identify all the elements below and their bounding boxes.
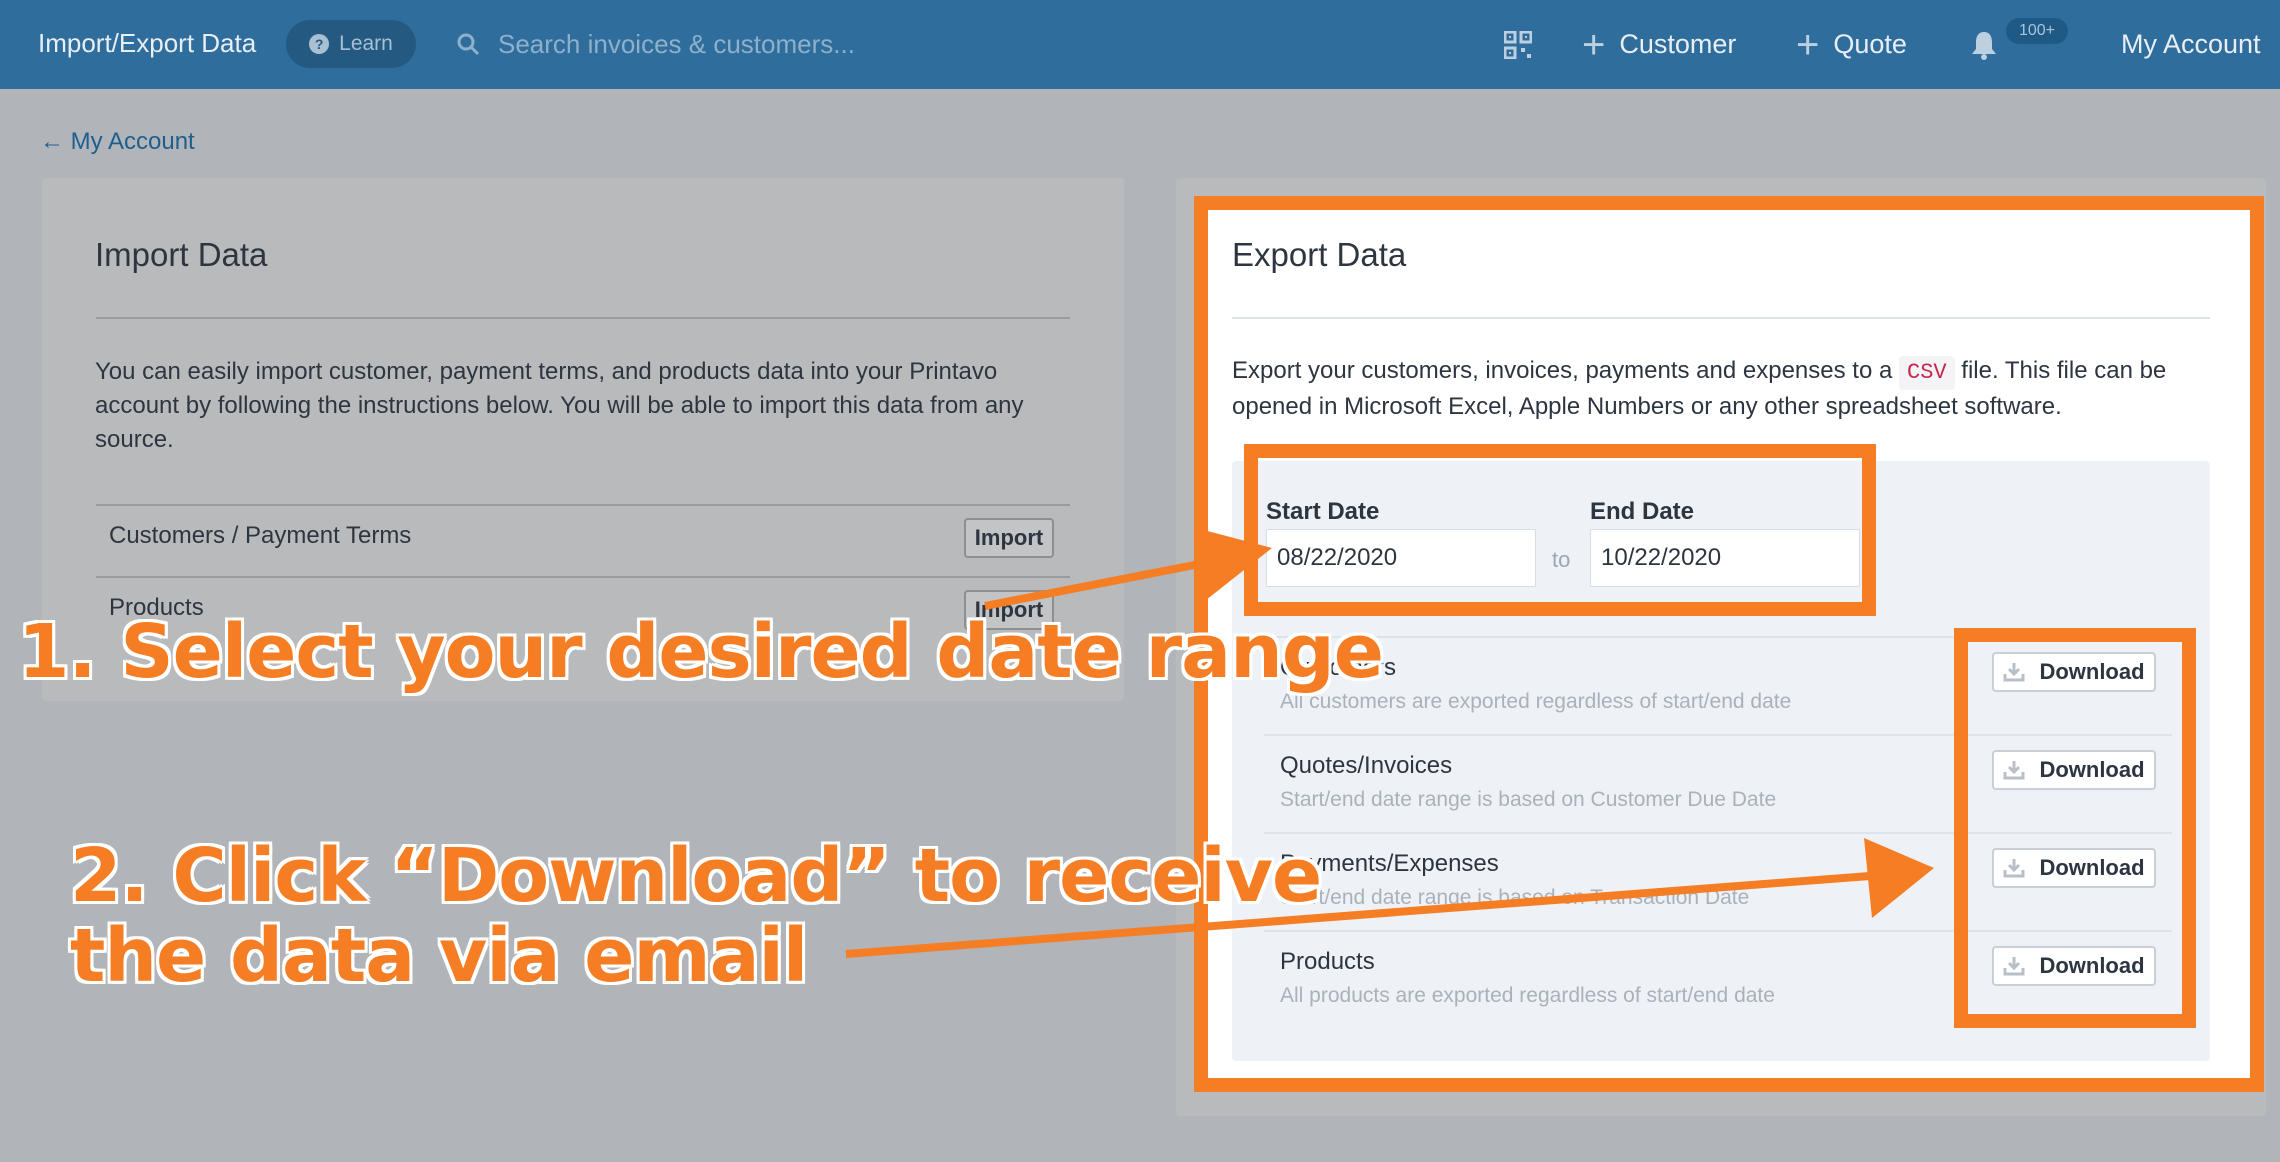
arrow-shaft-date-range bbox=[984, 556, 1221, 610]
arrow-head-download bbox=[1864, 838, 1934, 918]
step-2-annotation-line-1: 2. Click “Download” to receive bbox=[70, 833, 1322, 919]
arrow-head-date-range bbox=[1196, 528, 1272, 600]
step-1-annotation: 1. Select your desired date range bbox=[18, 609, 1384, 695]
step-2-annotation-line-2: the data via email bbox=[70, 913, 808, 999]
